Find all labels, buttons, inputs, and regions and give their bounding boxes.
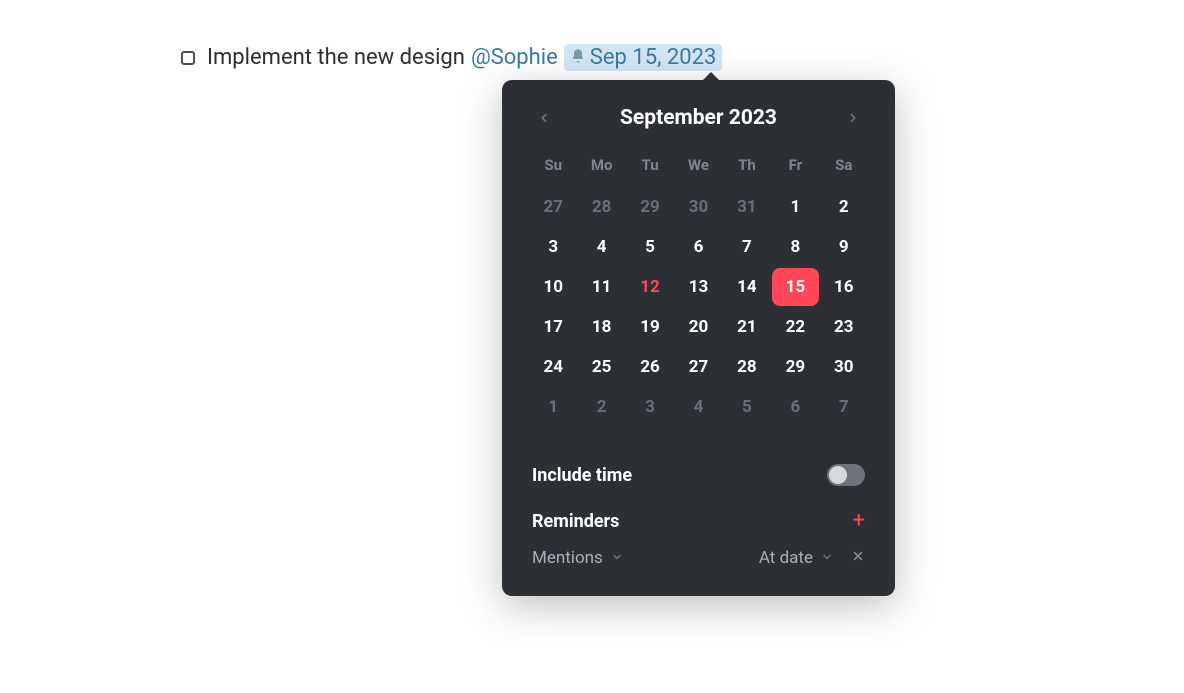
calendar-day[interactable]: 3 xyxy=(530,228,576,266)
add-reminder-button[interactable]: + xyxy=(853,510,865,532)
calendar-day[interactable]: 30 xyxy=(821,348,867,386)
calendar-day[interactable]: 4 xyxy=(675,388,721,426)
calendar-day[interactable]: 20 xyxy=(675,308,721,346)
calendar-day[interactable]: 31 xyxy=(724,188,770,226)
reminder-type-select[interactable]: Mentions xyxy=(532,548,623,568)
calendar-day[interactable]: 11 xyxy=(578,268,624,306)
chevron-down-icon xyxy=(821,548,833,568)
include-time-row: Include time xyxy=(530,454,867,496)
weekday-label: Tu xyxy=(627,152,673,178)
weekday-label: Mo xyxy=(578,152,624,178)
calendar-day[interactable]: 7 xyxy=(821,388,867,426)
calendar-day[interactable]: 1 xyxy=(772,188,818,226)
calendar-day[interactable]: 17 xyxy=(530,308,576,346)
weekday-label: Sa xyxy=(821,152,867,178)
calendar-day[interactable]: 22 xyxy=(772,308,818,346)
calendar-day[interactable]: 1 xyxy=(530,388,576,426)
calendar-day[interactable]: 13 xyxy=(675,268,721,306)
calendar-day[interactable]: 21 xyxy=(724,308,770,346)
calendar-day[interactable]: 25 xyxy=(578,348,624,386)
include-time-toggle[interactable] xyxy=(827,464,865,486)
calendar-day[interactable]: 5 xyxy=(724,388,770,426)
calendar-day[interactable]: 2 xyxy=(578,388,624,426)
include-time-label: Include time xyxy=(532,465,632,486)
chevron-down-icon xyxy=(611,548,623,568)
calendar-day[interactable]: 12 xyxy=(627,268,673,306)
task-date-text: Sep 15, 2023 xyxy=(590,45,717,70)
remove-reminder-button[interactable] xyxy=(851,549,865,567)
calendar-day[interactable]: 30 xyxy=(675,188,721,226)
reminders-row: Reminders + xyxy=(530,496,867,540)
reminders-label: Reminders xyxy=(532,511,619,532)
weekday-label: Su xyxy=(530,152,576,178)
calendar-day[interactable]: 2 xyxy=(821,188,867,226)
calendar-day[interactable]: 27 xyxy=(675,348,721,386)
calendar-day[interactable]: 5 xyxy=(627,228,673,266)
calendar-day[interactable]: 16 xyxy=(821,268,867,306)
calendar-day[interactable]: 9 xyxy=(821,228,867,266)
task-mention[interactable]: @Sophie xyxy=(471,45,558,70)
calendar-day[interactable]: 6 xyxy=(772,388,818,426)
calendar-day[interactable]: 3 xyxy=(627,388,673,426)
calendar-day[interactable]: 28 xyxy=(578,188,624,226)
calendar-day[interactable]: 10 xyxy=(530,268,576,306)
reminder-type-label: Mentions xyxy=(532,548,603,568)
reminder-when-select[interactable]: At date xyxy=(759,548,833,568)
date-picker-popover: September 2023 SuMoTuWeThFrSa 2728293031… xyxy=(502,80,895,596)
next-month-button[interactable] xyxy=(841,106,865,130)
calendar-day[interactable]: 26 xyxy=(627,348,673,386)
reminder-right: At date xyxy=(759,548,865,568)
weekday-label: We xyxy=(675,152,721,178)
calendar-day[interactable]: 24 xyxy=(530,348,576,386)
calendar-day[interactable]: 23 xyxy=(821,308,867,346)
reminder-config-row: Mentions At date xyxy=(530,540,867,568)
calendar-day[interactable]: 15 xyxy=(772,268,818,306)
calendar-day[interactable]: 6 xyxy=(675,228,721,266)
calendar-day[interactable]: 4 xyxy=(578,228,624,266)
weekday-label: Fr xyxy=(772,152,818,178)
calendar-day[interactable]: 29 xyxy=(772,348,818,386)
calendar-day[interactable]: 14 xyxy=(724,268,770,306)
calendar-day[interactable]: 18 xyxy=(578,308,624,346)
task-checkbox[interactable] xyxy=(181,51,195,65)
reminder-when-label: At date xyxy=(759,548,813,568)
calendar-day[interactable]: 28 xyxy=(724,348,770,386)
prev-month-button[interactable] xyxy=(532,106,556,130)
calendar-day[interactable]: 27 xyxy=(530,188,576,226)
bell-icon xyxy=(570,45,586,70)
calendar-header: September 2023 xyxy=(530,106,867,130)
task-date-chip[interactable]: Sep 15, 2023 xyxy=(564,44,723,71)
weekday-row: SuMoTuWeThFrSa xyxy=(530,152,867,178)
task-line: Implement the new design @Sophie Sep 15,… xyxy=(181,44,722,71)
calendar-title: September 2023 xyxy=(620,106,777,130)
calendar-day[interactable]: 8 xyxy=(772,228,818,266)
divider xyxy=(530,426,867,454)
days-grid: 2728293031123456789101112131415161718192… xyxy=(530,188,867,426)
weekday-label: Th xyxy=(724,152,770,178)
calendar-day[interactable]: 29 xyxy=(627,188,673,226)
calendar-day[interactable]: 19 xyxy=(627,308,673,346)
calendar-day[interactable]: 7 xyxy=(724,228,770,266)
task-text: Implement the new design xyxy=(207,45,465,70)
